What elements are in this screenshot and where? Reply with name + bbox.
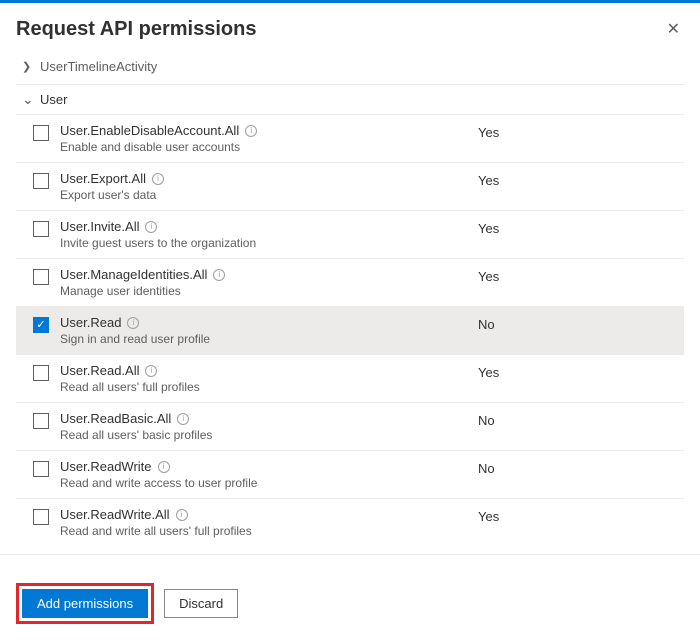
checkbox-wrap (22, 123, 60, 141)
permission-name: User.ManageIdentities.All i (60, 267, 470, 282)
info-icon[interactable]: i (127, 317, 139, 329)
info-icon[interactable]: i (152, 173, 164, 185)
highlight-annotation: Add permissions (16, 583, 154, 624)
permission-text: User.Read.All i Read all users' full profi… (60, 363, 478, 394)
permission-description: Read all users' basic profiles (60, 428, 470, 442)
permission-name-text: User.ManageIdentities.All (60, 267, 207, 282)
info-icon[interactable]: i (158, 461, 170, 473)
permission-row: User.EnableDisableAccount.All i Enable and… (16, 114, 684, 162)
permission-name: User.Read.All i (60, 363, 470, 378)
permission-checkbox[interactable] (33, 269, 49, 285)
admin-consent-value: Yes (478, 123, 678, 140)
group-label: UserTimelineActivity (40, 59, 157, 74)
permission-description: Read all users' full profiles (60, 380, 470, 394)
group-label: User (40, 92, 67, 107)
permission-name-text: User.ReadWrite (60, 459, 152, 474)
permission-row: User.Invite.All i Invite guest users to th… (16, 210, 684, 258)
footer: Add permissions Discard (0, 555, 700, 640)
permission-row: User.ReadWrite i Read and write access to … (16, 450, 684, 498)
permission-name: User.EnableDisableAccount.All i (60, 123, 470, 138)
permission-name-text: User.Read.All (60, 363, 139, 378)
add-permissions-button[interactable]: Add permissions (22, 589, 148, 618)
permission-text: User.ReadWrite i Read and write access to … (60, 459, 478, 490)
permission-name: User.Read i (60, 315, 470, 330)
checkbox-wrap (22, 219, 60, 237)
permission-description: Read and write access to user profile (60, 476, 470, 490)
info-icon[interactable]: i (176, 509, 188, 521)
permission-text: User.ReadBasic.All i Read all users' basic… (60, 411, 478, 442)
admin-consent-value: Yes (478, 507, 678, 524)
checkbox-wrap: ✓ (22, 315, 60, 333)
permission-text: User.ManageIdentities.All i Manage user id… (60, 267, 478, 298)
permission-name: User.Export.All i (60, 171, 470, 186)
permission-name-text: User.Export.All (60, 171, 146, 186)
discard-button[interactable]: Discard (164, 589, 238, 618)
permission-name: User.ReadBasic.All i (60, 411, 470, 426)
permission-checkbox[interactable] (33, 365, 49, 381)
permission-text: User.Invite.All i Invite guest users to th… (60, 219, 478, 250)
checkbox-wrap (22, 459, 60, 477)
admin-consent-value: No (478, 411, 678, 428)
permission-name-text: User.ReadWrite.All (60, 507, 170, 522)
permission-checkbox[interactable] (33, 509, 49, 525)
chevron-down-icon: ⌄ (22, 91, 34, 108)
permission-checkbox[interactable] (33, 461, 49, 477)
admin-consent-value: Yes (478, 171, 678, 188)
admin-consent-value: No (478, 315, 678, 332)
admin-consent-value: Yes (478, 267, 678, 284)
checkbox-wrap (22, 411, 60, 429)
permission-text: User.EnableDisableAccount.All i Enable and… (60, 123, 478, 154)
permission-row: User.ReadBasic.All i Read all users' basic… (16, 402, 684, 450)
permission-row: User.Read.All i Read all users' full profi… (16, 354, 684, 402)
permission-row: User.ReadWrite.All i Read and write all us… (16, 498, 684, 546)
permission-checkbox[interactable] (33, 413, 49, 429)
permission-description: Sign in and read user profile (60, 332, 470, 346)
permission-text: User.ReadWrite.All i Read and write all us… (60, 507, 478, 538)
permission-checkbox[interactable] (33, 221, 49, 237)
info-icon[interactable]: i (245, 125, 257, 137)
admin-consent-value: No (478, 459, 678, 476)
permission-name: User.ReadWrite i (60, 459, 470, 474)
info-icon[interactable]: i (145, 365, 157, 377)
group-user[interactable]: ⌄ User (0, 85, 700, 114)
checkbox-wrap (22, 171, 60, 189)
group-usertimelineactivity[interactable]: ❯ UserTimelineActivity (0, 53, 700, 80)
permission-text: User.Export.All i Export user's data (60, 171, 478, 202)
permission-checkbox[interactable] (33, 125, 49, 141)
permission-description: Invite guest users to the organization (60, 236, 470, 250)
admin-consent-value: Yes (478, 363, 678, 380)
chevron-right-icon: ❯ (22, 60, 34, 73)
permission-checkbox[interactable]: ✓ (33, 317, 49, 333)
permission-checkbox[interactable] (33, 173, 49, 189)
permission-name-text: User.EnableDisableAccount.All (60, 123, 239, 138)
checkbox-wrap (22, 507, 60, 525)
permission-description: Export user's data (60, 188, 470, 202)
permission-description: Manage user identities (60, 284, 470, 298)
panel-title: Request API permissions (16, 18, 256, 41)
permission-text: User.Read i Sign in and read user profile (60, 315, 478, 346)
permission-name-text: User.Read (60, 315, 121, 330)
panel-header: Request API permissions ✕ (0, 3, 700, 53)
permission-description: Enable and disable user accounts (60, 140, 470, 154)
close-icon[interactable]: ✕ (663, 15, 684, 43)
checkbox-wrap (22, 363, 60, 381)
permission-row: User.ManageIdentities.All i Manage user id… (16, 258, 684, 306)
permission-row: ✓ User.Read i Sign in and read user profile… (16, 306, 684, 354)
info-icon[interactable]: i (145, 221, 157, 233)
checkbox-wrap (22, 267, 60, 285)
permission-row: User.Export.All i Export user's data Yes (16, 162, 684, 210)
info-icon[interactable]: i (177, 413, 189, 425)
admin-consent-value: Yes (478, 219, 678, 236)
permission-name-text: User.Invite.All (60, 219, 139, 234)
permission-name: User.Invite.All i (60, 219, 470, 234)
permission-description: Read and write all users' full profiles (60, 524, 470, 538)
info-icon[interactable]: i (213, 269, 225, 281)
permission-name-text: User.ReadBasic.All (60, 411, 171, 426)
permission-name: User.ReadWrite.All i (60, 507, 470, 522)
permission-list: User.EnableDisableAccount.All i Enable and… (16, 114, 684, 546)
